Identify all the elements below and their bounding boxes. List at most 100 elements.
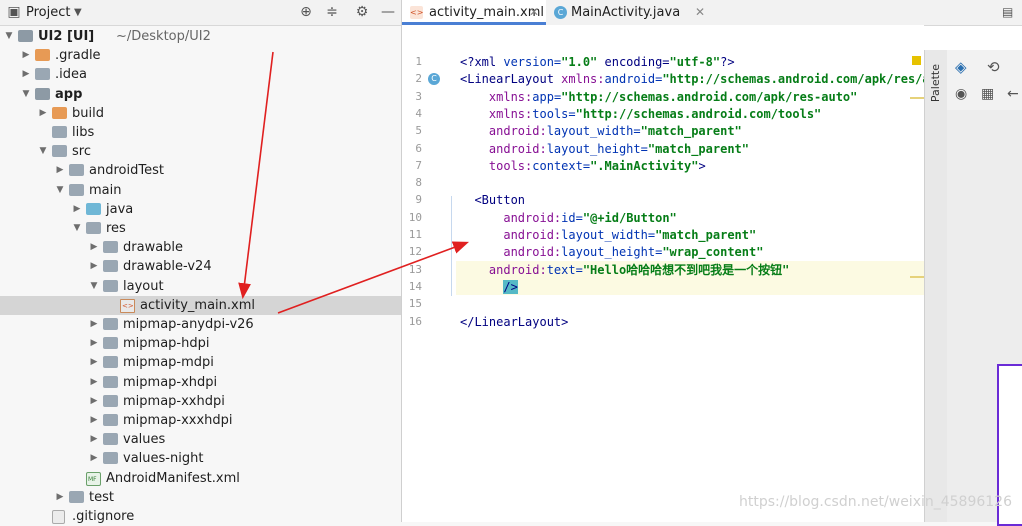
rotate-icon[interactable]: ⟲ xyxy=(987,58,1000,76)
tree-item[interactable]: ▼ res xyxy=(0,219,401,238)
code-token: "match_parent" xyxy=(640,124,742,139)
tree-item[interactable]: ▶ test xyxy=(0,488,401,507)
code-token: <LinearLayout xyxy=(460,72,562,87)
chevron-down-icon[interactable]: ▼ xyxy=(55,181,65,200)
chevron-down-icon[interactable]: ▼ xyxy=(21,85,31,104)
tree-item[interactable]: ▶ build xyxy=(0,104,401,123)
tree-item[interactable]: ▶ mipmap-xxhdpi xyxy=(0,392,401,411)
arrow-left-icon[interactable]: ← xyxy=(1007,86,1019,102)
tree-item[interactable]: ▶ java xyxy=(0,200,401,219)
tree-item[interactable]: libs xyxy=(0,123,401,142)
eye-icon[interactable]: ◉ xyxy=(955,86,967,102)
code-token: xmlns: xyxy=(561,72,605,87)
chevron-right-icon[interactable]: ▶ xyxy=(89,353,99,372)
code-line[interactable]: android:layout_height="wrap_content" xyxy=(460,244,763,261)
line-number: 6 xyxy=(415,141,422,155)
code-line[interactable]: <?xml version="1.0" encoding="utf-8"?> xyxy=(460,54,735,71)
tree-item[interactable]: ▼ main xyxy=(0,181,401,200)
chevron-right-icon[interactable]: ▶ xyxy=(89,411,99,430)
line-number: 16 xyxy=(408,314,422,328)
code-token: ?> xyxy=(720,55,735,69)
tree-item[interactable]: ▶ mipmap-anydpi-v26 xyxy=(0,315,401,334)
chevron-right-icon[interactable]: ▶ xyxy=(38,104,48,123)
code-view-icon[interactable]: ▤ xyxy=(1002,5,1013,19)
code-line[interactable]: </LinearLayout> xyxy=(460,314,568,331)
tree-item[interactable]: ▶ .idea xyxy=(0,65,401,84)
chevron-right-icon[interactable]: ▶ xyxy=(21,46,31,65)
chevron-down-icon[interactable]: ▼ xyxy=(38,142,48,161)
tree-item[interactable]: ▶ values-night xyxy=(0,449,401,468)
tree-item[interactable]: ▶ mipmap-xxxhdpi xyxy=(0,411,401,430)
code-token: android: xyxy=(488,262,547,277)
chevron-down-icon[interactable]: ▼ xyxy=(74,0,82,25)
chevron-right-icon[interactable]: ▶ xyxy=(89,334,99,353)
tree-item[interactable]: ▶ .gradle xyxy=(0,46,401,65)
palette-tab[interactable]: Palette xyxy=(929,64,942,102)
code-line[interactable]: android:layout_width="match_parent" xyxy=(460,227,756,244)
tree-item-label: res xyxy=(106,221,126,236)
minimize-icon[interactable]: — xyxy=(380,4,396,20)
tree-item[interactable]: activity_main.xml xyxy=(0,295,401,316)
chevron-down-icon[interactable]: ▼ xyxy=(4,27,14,46)
chevron-down-icon[interactable]: ▼ xyxy=(89,277,99,296)
tree-item-label: values xyxy=(123,432,166,448)
chevron-right-icon[interactable]: ▶ xyxy=(89,315,99,334)
tree-item-label: .idea xyxy=(55,67,87,83)
tree-item[interactable]: .gitignore xyxy=(0,507,401,526)
tree-item[interactable]: ▶ androidTest xyxy=(0,161,401,180)
tree-item[interactable]: ▶ mipmap-mdpi xyxy=(0,353,401,372)
class-gutter-icon[interactable]: C xyxy=(428,73,440,85)
chevron-right-icon[interactable]: ▶ xyxy=(89,449,99,468)
tree-item[interactable]: ▼ app xyxy=(0,85,401,104)
close-icon[interactable]: ✕ xyxy=(695,0,705,25)
code-line[interactable]: xmlns:tools="http://schemas.android.com/… xyxy=(460,106,821,123)
tree-item[interactable]: ▼ src xyxy=(0,142,401,161)
warning-marker-icon[interactable] xyxy=(912,56,921,65)
code-line[interactable]: android:id="@+id/Button" xyxy=(460,210,677,227)
code-token: "@+id/Button" xyxy=(582,210,677,225)
target-icon[interactable]: ⊕ xyxy=(298,4,314,20)
line-number: 4 xyxy=(415,106,422,120)
code-line[interactable]: tools:context=".MainActivity"> xyxy=(460,158,706,175)
code-line[interactable]: <LinearLayout xmlns:android="http://sche… xyxy=(460,71,959,88)
code-line[interactable]: android:layout_width="match_parent" xyxy=(460,123,742,140)
chevron-right-icon[interactable]: ▶ xyxy=(55,488,65,507)
tab-activity-main[interactable]: <> activity_main.xml ✕ xyxy=(402,0,546,25)
gear-icon[interactable]: ⚙ xyxy=(354,4,370,20)
tree-item-label: androidTest xyxy=(89,163,164,179)
line-number: 13 xyxy=(408,262,422,276)
code-line[interactable]: xmlns:app="http://schemas.android.com/ap… xyxy=(460,89,857,106)
chevron-right-icon[interactable]: ▶ xyxy=(89,392,99,411)
code-token: context= xyxy=(532,158,591,173)
chevron-right-icon[interactable]: ▶ xyxy=(72,200,82,219)
palette-strip: Palette xyxy=(924,50,947,522)
tree-item[interactable]: ▼ layout xyxy=(0,277,401,296)
collapse-icon[interactable]: ≑ xyxy=(324,4,340,20)
tree-item[interactable]: ▶ drawable-v24 xyxy=(0,257,401,276)
code-line[interactable]: android:layout_height="match_parent" xyxy=(460,141,749,158)
layers-icon[interactable]: ◈ xyxy=(955,58,967,76)
editor-top-spacer xyxy=(402,25,924,50)
code-line[interactable]: <Button xyxy=(460,192,525,209)
chevron-right-icon[interactable]: ▶ xyxy=(89,257,99,276)
blueprint-icon[interactable]: ▦ xyxy=(981,86,994,102)
tab-mainactivity[interactable]: C MainActivity.java ✕ xyxy=(546,0,706,25)
tree-item[interactable]: ▶ values xyxy=(0,430,401,449)
tree-item-label: mipmap-xxxhdpi xyxy=(123,413,233,428)
chevron-right-icon[interactable]: ▶ xyxy=(21,65,31,84)
chevron-down-icon[interactable]: ▼ xyxy=(72,219,82,238)
code-token: layout_height= xyxy=(561,245,663,260)
close-icon[interactable]: ✕ xyxy=(529,0,539,25)
chevron-right-icon[interactable]: ▶ xyxy=(89,238,99,257)
tree-item[interactable]: ▶ mipmap-hdpi xyxy=(0,334,401,353)
tree-item[interactable]: ▶ mipmap-xhdpi xyxy=(0,373,401,392)
tree-item[interactable]: ▼ UI2 [UI] ~/Desktop/UI2 xyxy=(0,27,401,46)
chevron-right-icon[interactable]: ▶ xyxy=(55,161,65,180)
code-line[interactable]: android:text="Hello哈哈哈想不到吧我是一个按钮" xyxy=(460,262,790,279)
project-view-title[interactable]: Project xyxy=(26,0,70,25)
chevron-right-icon[interactable]: ▶ xyxy=(89,430,99,449)
tree-item[interactable]: ▶ drawable xyxy=(0,238,401,257)
chevron-right-icon[interactable]: ▶ xyxy=(89,373,99,392)
tree-item[interactable]: AndroidManifest.xml xyxy=(0,469,401,489)
code-line[interactable]: /> xyxy=(460,279,518,296)
